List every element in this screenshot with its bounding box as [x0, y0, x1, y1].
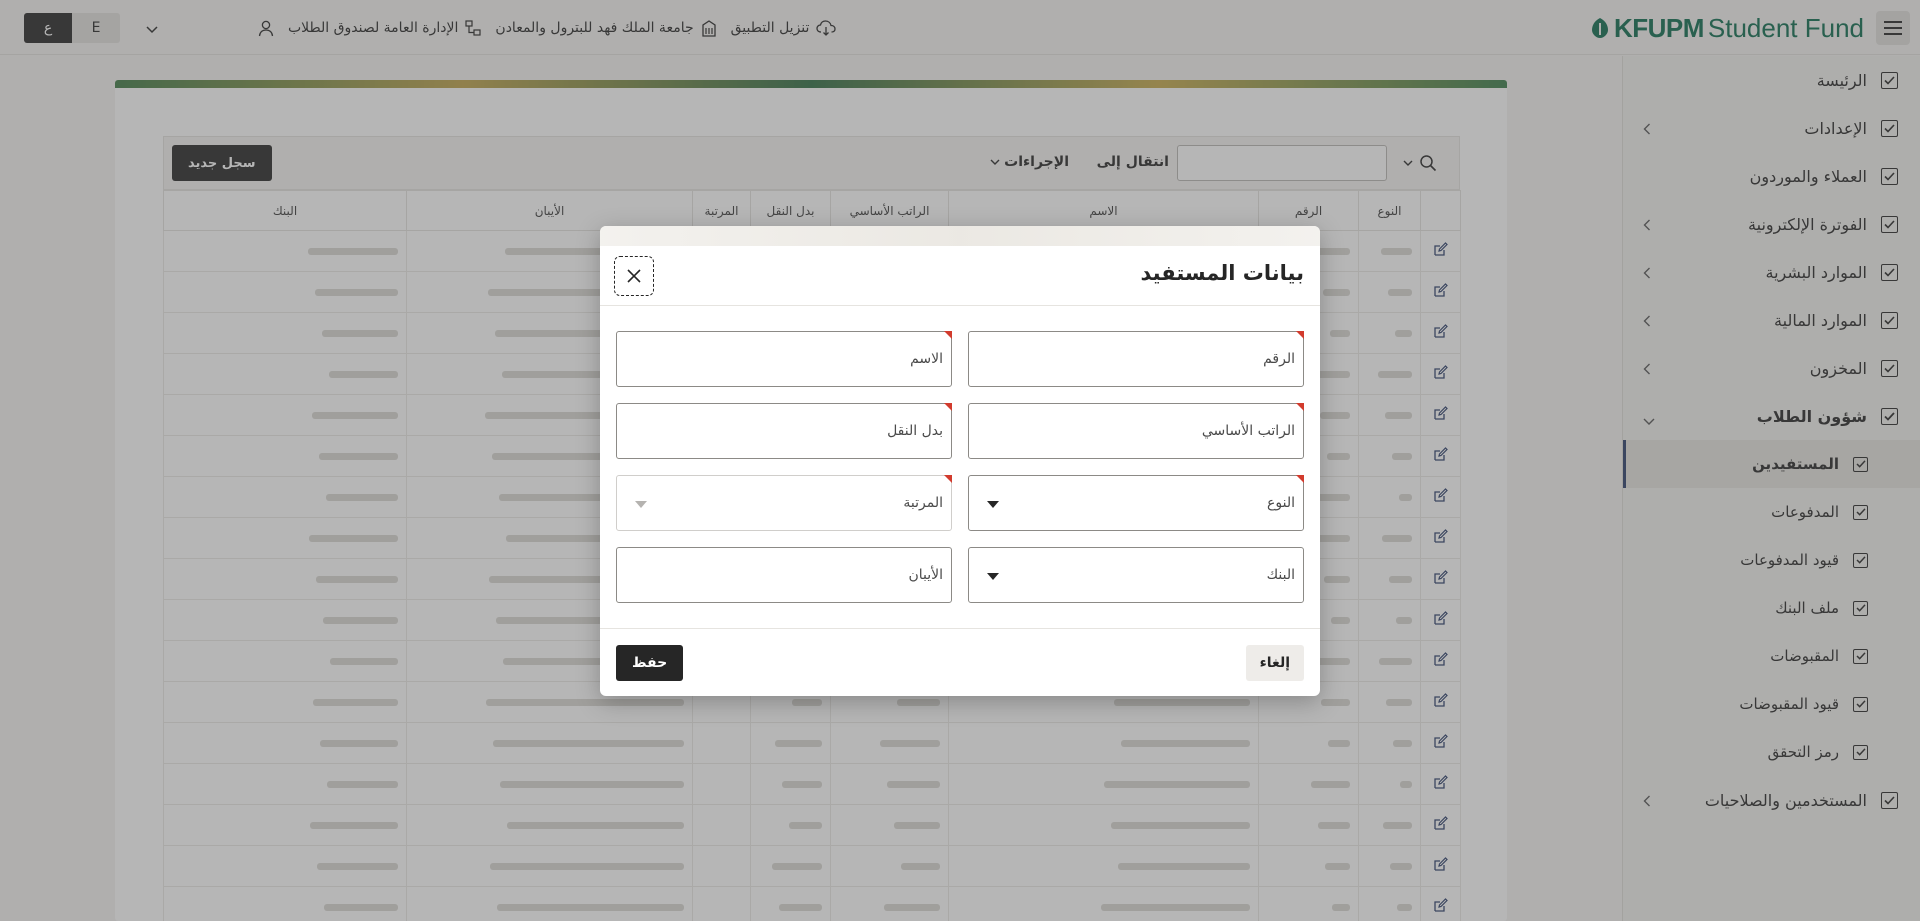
- rank-select[interactable]: المرتبة: [616, 475, 952, 531]
- required-indicator: [1296, 331, 1304, 339]
- iban-field-label: الأيبان: [908, 567, 943, 583]
- basic-salary-field[interactable]: الراتب الأساسي: [968, 403, 1304, 459]
- cancel-button[interactable]: إلغاء: [1245, 645, 1304, 681]
- close-icon: [627, 269, 641, 283]
- number-field[interactable]: الرقم: [968, 331, 1304, 387]
- dialog-header: بيانات المستفيد: [600, 246, 1320, 306]
- name-field-label: الاسم: [910, 351, 943, 367]
- required-indicator: [944, 475, 952, 483]
- dialog-decorative-strip: [600, 226, 1320, 246]
- caret-down-icon: [987, 501, 999, 508]
- required-indicator: [944, 403, 952, 411]
- basic-salary-field-label: الراتب الأساسي: [1201, 423, 1295, 439]
- type-select-label: النوع: [1267, 495, 1295, 511]
- rank-select-label: المرتبة: [903, 495, 943, 511]
- bank-select-label: البنك: [1266, 567, 1295, 583]
- save-button[interactable]: حفظ: [616, 645, 684, 681]
- required-indicator: [944, 331, 952, 339]
- dialog-title: بيانات المستفيد: [1140, 261, 1304, 285]
- required-indicator: [1296, 403, 1304, 411]
- dialog-footer: إلغاء حفظ: [600, 628, 1320, 696]
- type-select[interactable]: النوع: [968, 475, 1304, 531]
- required-indicator: [1296, 475, 1304, 483]
- iban-field[interactable]: الأيبان: [616, 547, 952, 603]
- caret-down-icon: [987, 573, 999, 580]
- close-dialog-button[interactable]: [614, 256, 654, 296]
- transport-allowance-field[interactable]: بدل النقل: [616, 403, 952, 459]
- name-field[interactable]: الاسم: [616, 331, 952, 387]
- beneficiary-dialog: بيانات المستفيد الرقم الاسم الراتب الأسا…: [600, 226, 1320, 696]
- caret-down-icon: [635, 501, 647, 508]
- bank-select[interactable]: البنك: [968, 547, 1304, 603]
- number-field-label: الرقم: [1263, 351, 1295, 367]
- transport-field-label: بدل النقل: [887, 423, 943, 439]
